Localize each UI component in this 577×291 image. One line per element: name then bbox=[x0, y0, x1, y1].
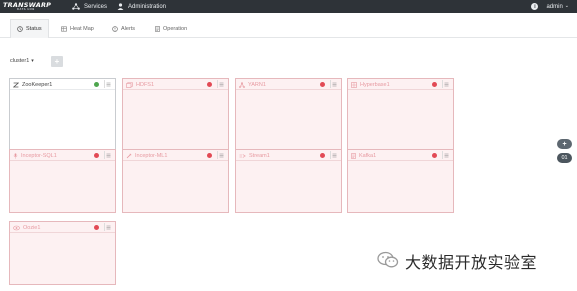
status-dot-error bbox=[432, 153, 437, 158]
nav-services-label: Services bbox=[84, 3, 108, 10]
service-card-title: Hyperbase1 bbox=[351, 82, 390, 88]
tab-alerts-label: Alerts bbox=[121, 25, 136, 32]
status-dot-error bbox=[94, 225, 99, 230]
status-dot-error bbox=[320, 82, 325, 87]
floating-count-badge[interactable]: 01 bbox=[557, 153, 572, 163]
user-name: admin bbox=[546, 3, 563, 10]
caret-down-icon: ▾ bbox=[31, 58, 34, 64]
status-dot-ok bbox=[94, 82, 99, 87]
service-card-title: Inceptor-ML1 bbox=[126, 153, 167, 159]
topbar-right: i admin ⌄ bbox=[531, 0, 569, 13]
tab-operation-label: Operation bbox=[163, 25, 188, 32]
inceptor-sql-icon bbox=[13, 153, 18, 159]
hdfs-icon bbox=[126, 82, 133, 88]
cluster-select[interactable]: cluster1 ▾ bbox=[10, 58, 34, 64]
chevron-down-icon: ⌄ bbox=[564, 2, 569, 9]
service-card-oozie1[interactable]: Oozie1 bbox=[9, 221, 116, 285]
zookeeper-icon bbox=[13, 82, 19, 88]
card-divider bbox=[10, 160, 115, 161]
stream-icon bbox=[239, 153, 246, 159]
card-divider bbox=[10, 89, 115, 90]
yarn-icon bbox=[239, 82, 245, 88]
card-divider bbox=[236, 89, 341, 90]
watermark: 大数据开放实验室 bbox=[377, 249, 537, 273]
tab-heat-map[interactable]: Heat Map bbox=[55, 19, 100, 38]
card-menu-icon[interactable] bbox=[217, 151, 225, 159]
services-icon bbox=[72, 3, 80, 10]
status-dot-error bbox=[207, 82, 212, 87]
service-card-title: Stream1 bbox=[239, 153, 270, 159]
status-icon bbox=[17, 26, 23, 32]
card-divider bbox=[348, 160, 453, 161]
tab-operation[interactable]: Operation bbox=[149, 19, 193, 38]
service-name: YARN1 bbox=[248, 82, 266, 88]
card-menu-icon[interactable] bbox=[330, 151, 338, 159]
card-menu-icon[interactable] bbox=[442, 80, 450, 88]
card-menu-icon[interactable] bbox=[217, 80, 225, 88]
brand-logo[interactable]: TRANSWARP DATA HUB bbox=[3, 0, 57, 13]
user-menu[interactable]: admin ⌄ bbox=[546, 2, 569, 10]
service-card-title: Kafka1 bbox=[351, 153, 376, 159]
service-card-title: HDFS1 bbox=[126, 82, 154, 88]
card-menu-icon[interactable] bbox=[104, 80, 112, 88]
top-navbar: TRANSWARP DATA HUB Services Administrati… bbox=[0, 0, 577, 13]
kafka-icon bbox=[351, 153, 356, 159]
status-dot-error bbox=[94, 153, 99, 158]
card-divider bbox=[348, 89, 453, 90]
nav-administration[interactable]: Administration bbox=[117, 0, 166, 13]
tab-heat-map-label: Heat Map bbox=[70, 25, 94, 32]
service-name: Oozie1 bbox=[23, 225, 41, 231]
service-name: Hyperbase1 bbox=[360, 82, 390, 88]
wechat-icon bbox=[377, 251, 399, 271]
service-card-title: Inceptor-SQL1 bbox=[13, 153, 57, 159]
status-dot-error bbox=[207, 153, 212, 158]
user-icon bbox=[117, 3, 124, 10]
tab-status-label: Status bbox=[26, 26, 42, 32]
floating-add-button[interactable]: + bbox=[557, 139, 572, 149]
service-card-title: Oozie1 bbox=[13, 225, 40, 231]
status-dot-error bbox=[432, 82, 437, 87]
card-menu-icon[interactable] bbox=[104, 151, 112, 159]
service-card-kafka1[interactable]: Kafka1 bbox=[347, 149, 454, 213]
card-menu-icon[interactable] bbox=[104, 223, 112, 231]
tab-status[interactable]: Status bbox=[10, 19, 49, 38]
hyperbase-icon bbox=[351, 82, 357, 88]
add-service-button[interactable]: + bbox=[51, 56, 63, 67]
info-icon[interactable]: i bbox=[531, 3, 539, 10]
service-name: HDFS1 bbox=[136, 82, 155, 88]
service-name: Inceptor-SQL1 bbox=[21, 153, 57, 159]
service-name: Stream1 bbox=[249, 153, 270, 159]
oozie-icon bbox=[13, 225, 20, 231]
brand-subtitle: DATA HUB bbox=[17, 8, 35, 11]
watermark-text: 大数据开放实验室 bbox=[405, 253, 538, 272]
service-card-stream1[interactable]: Stream1 bbox=[235, 149, 342, 213]
alerts-icon bbox=[112, 25, 118, 32]
card-divider bbox=[123, 160, 228, 161]
card-menu-icon[interactable] bbox=[330, 80, 338, 88]
service-name: Kafka1 bbox=[359, 153, 377, 159]
tab-alerts[interactable]: Alerts bbox=[106, 19, 141, 38]
card-divider bbox=[10, 232, 115, 233]
nav-services[interactable]: Services bbox=[72, 0, 107, 13]
heatmap-icon bbox=[61, 26, 67, 32]
service-card-title: ZooKeeper1 bbox=[13, 82, 52, 88]
service-card-inceptor-sql1[interactable]: Inceptor-SQL1 bbox=[9, 149, 116, 213]
service-name: ZooKeeper1 bbox=[22, 82, 53, 88]
cluster-select-value: cluster1 bbox=[10, 58, 30, 64]
card-menu-icon[interactable] bbox=[442, 151, 450, 159]
inceptor-ml-icon bbox=[126, 153, 132, 159]
service-card-inceptor-ml1[interactable]: Inceptor-ML1 bbox=[122, 149, 229, 213]
service-card-title: YARN1 bbox=[239, 82, 266, 88]
tab-bar: Status Heat Map Alerts Operation bbox=[0, 13, 577, 38]
operation-icon bbox=[155, 25, 160, 32]
card-divider bbox=[123, 89, 228, 90]
status-dot-error bbox=[320, 153, 325, 158]
card-divider bbox=[236, 160, 341, 161]
nav-administration-label: Administration bbox=[128, 3, 167, 10]
service-name: Inceptor-ML1 bbox=[135, 153, 168, 159]
